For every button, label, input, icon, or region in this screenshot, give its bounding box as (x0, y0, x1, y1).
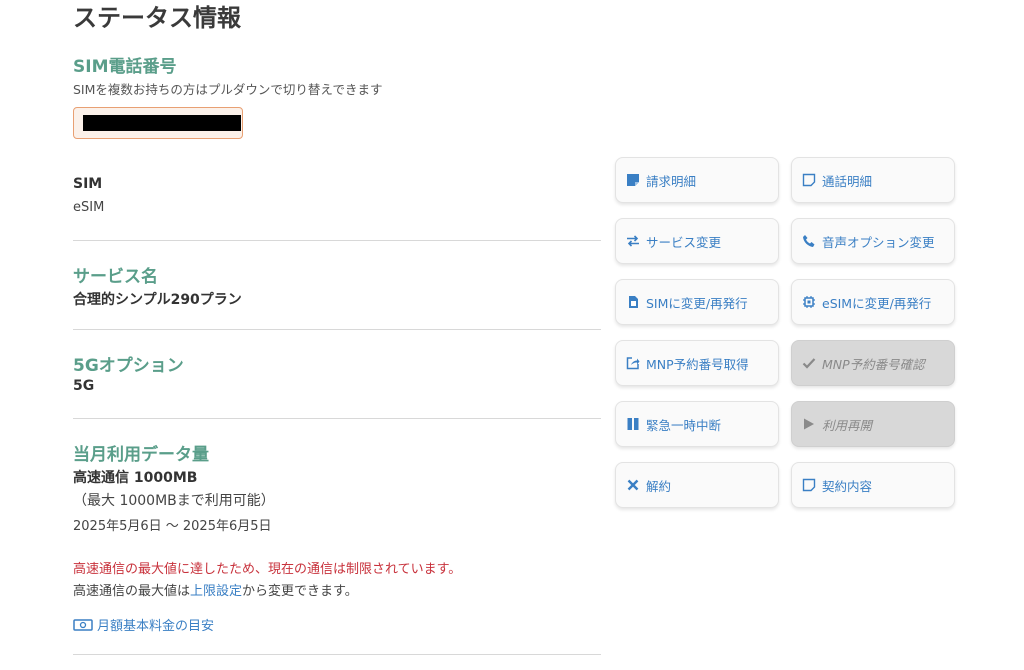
data-limit-warning: 高速通信の最大値に達したため、現在の通信は制限されています。 (73, 562, 462, 577)
share-icon (626, 356, 640, 370)
divider (73, 240, 601, 241)
page-title: ステータス情報 (73, 4, 241, 32)
mnp-get-button[interactable]: MNP予約番号取得 (615, 340, 779, 386)
sim-value: eSIM (73, 200, 105, 215)
resume-button[interactable]: 利用再開 (791, 401, 955, 447)
option5g-title: 5Gオプション (73, 356, 184, 376)
change-to-esim-button[interactable]: eSIMに変更/再発行 (791, 279, 955, 325)
sim-number-title: SIM電話番号 (73, 57, 177, 77)
data-usage-title: 当月利用データ量 (73, 445, 209, 465)
check-icon (802, 356, 816, 370)
sim-number-hint: SIMを複数お持ちの方はプルダウンで切り替えできます (73, 82, 383, 97)
play-icon (802, 417, 816, 431)
sim-card-icon (626, 295, 640, 309)
service-value: 合理的シンプル290プラン (73, 292, 242, 308)
data-usage-max: （最大 1000MBまで利用可能） (73, 493, 275, 509)
redacted-phone-number (83, 115, 241, 131)
phone-icon (802, 234, 816, 248)
divider (73, 418, 601, 419)
service-title: サービス名 (73, 267, 158, 287)
change-to-sim-button[interactable]: SIMに変更/再発行 (615, 279, 779, 325)
limit-setting-link[interactable]: 上限設定 (190, 584, 242, 599)
close-icon (626, 478, 640, 492)
sim-label: SIM (73, 176, 103, 192)
cancel-contract-button[interactable]: 解約 (615, 462, 779, 508)
contract-details-button[interactable]: 契約内容 (791, 462, 955, 508)
call-details-button[interactable]: 通話明細 (791, 157, 955, 203)
pause-icon (626, 417, 640, 431)
money-icon (73, 618, 93, 632)
note-outline-icon (802, 478, 816, 492)
voice-option-button[interactable]: 音声オプション変更 (791, 218, 955, 264)
note-outline-icon (802, 173, 816, 187)
data-limit-note: 高速通信の最大値は上限設定から変更できます。 (73, 584, 358, 599)
divider (73, 654, 601, 655)
sim-number-select[interactable] (73, 107, 243, 139)
data-usage-period: 2025年5月6日 〜 2025年6月5日 (73, 519, 272, 534)
billing-button[interactable]: 請求明細 (615, 157, 779, 203)
monthly-fee-link[interactable]: 月額基本料金の目安 (73, 615, 214, 634)
note-filled-icon (626, 173, 640, 187)
exchange-icon (626, 234, 640, 248)
divider (73, 329, 601, 330)
emergency-suspend-button[interactable]: 緊急一時中断 (615, 401, 779, 447)
mnp-confirm-button[interactable]: MNP予約番号確認 (791, 340, 955, 386)
chip-icon (802, 295, 816, 309)
option5g-value: 5G (73, 378, 95, 394)
data-usage-value: 高速通信 1000MB (73, 470, 198, 486)
service-change-button[interactable]: サービス変更 (615, 218, 779, 264)
